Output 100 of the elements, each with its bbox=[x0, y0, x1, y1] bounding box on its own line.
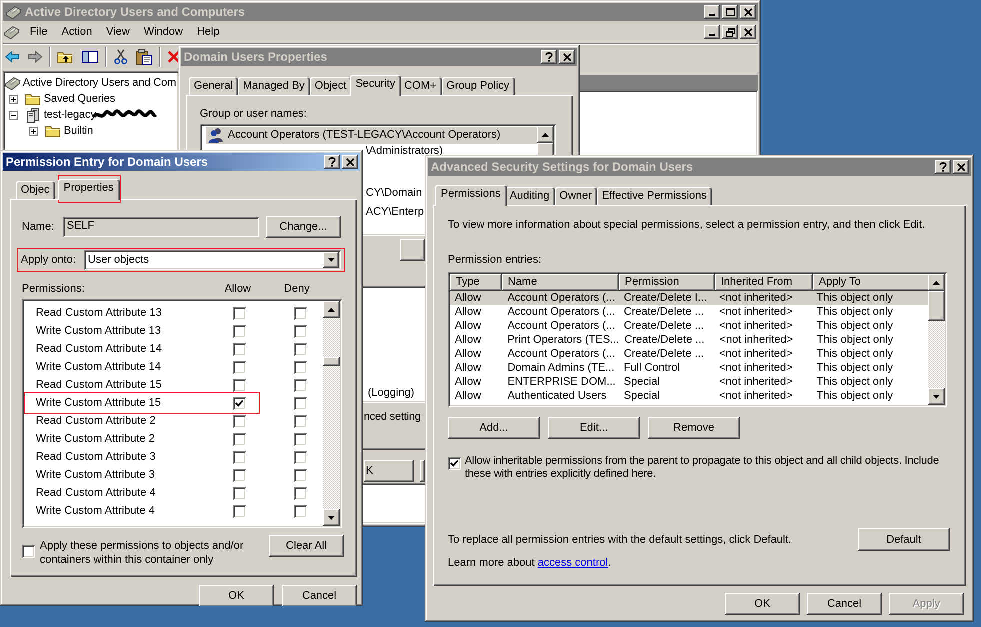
table-cell-text: <not inherited> bbox=[718, 376, 794, 388]
tree-item[interactable]: Builtin bbox=[64, 125, 94, 137]
name-field[interactable]: SELF bbox=[63, 217, 259, 237]
table-cell-text: Create/Delete ... bbox=[622, 348, 706, 360]
table-cell-text: <not inherited> bbox=[718, 306, 794, 318]
table-cell-text: <not inherited> bbox=[718, 362, 794, 374]
tab[interactable]: Auditing bbox=[504, 187, 555, 205]
remove-button[interactable]: Remove bbox=[648, 417, 740, 439]
apply-onto-dropdown[interactable]: User objects bbox=[84, 250, 341, 270]
permission-name: Write Custom Attribute 3 bbox=[36, 469, 156, 481]
ok-button[interactable]: K bbox=[364, 460, 414, 482]
default-button[interactable]: Default bbox=[858, 528, 950, 551]
menu-item[interactable]: Window bbox=[136, 26, 190, 38]
tab[interactable]: Managed By bbox=[238, 77, 310, 95]
table-cell-text: Allow bbox=[454, 306, 482, 318]
tab[interactable]: Owner bbox=[554, 187, 598, 205]
list-item[interactable]: ACY\Enterp bbox=[364, 204, 424, 221]
table-cell-text: <not inherited> bbox=[718, 320, 794, 332]
field-label: Name: bbox=[22, 221, 56, 233]
table-cell-text: Account Operators (... bbox=[506, 292, 616, 304]
table-cell-text: Create/Delete ... bbox=[622, 320, 706, 332]
tree-item[interactable]: Active Directory Users and Com bbox=[23, 77, 176, 89]
tree-item[interactable]: test-legacy bbox=[44, 109, 96, 121]
table-cell-text: <not inherited> bbox=[718, 292, 794, 304]
list-item[interactable]: Account Operators (TEST-LEGACY\Account Operators) bbox=[206, 126, 537, 144]
edit-button[interactable]: Edit... bbox=[548, 417, 640, 439]
table-cell-text: Allow bbox=[454, 320, 482, 332]
tab[interactable]: Properties bbox=[58, 179, 120, 200]
table-cell-text: Authenticated Users bbox=[506, 390, 608, 402]
permission-name: Read Custom Attribute 4 bbox=[36, 487, 157, 499]
window-title: Domain Users Properties bbox=[184, 50, 328, 64]
permission-name: Read Custom Attribute 13 bbox=[36, 307, 163, 319]
table-cell-text: Allow bbox=[454, 376, 482, 388]
column-header[interactable]: Permission bbox=[619, 274, 715, 291]
table-cell-text: Allow bbox=[454, 292, 482, 304]
table-cell-text: Account Operators (... bbox=[506, 306, 616, 318]
table-cell-text: This object only bbox=[816, 292, 894, 304]
tab[interactable]: Objec bbox=[16, 181, 55, 199]
tab[interactable]: Security bbox=[350, 75, 402, 96]
clear-all-button[interactable]: Clear All bbox=[269, 535, 344, 557]
field-label: Group or user names: bbox=[200, 108, 308, 120]
table-cell-text: Account Operators (... bbox=[506, 320, 616, 332]
ok-button[interactable]: OK bbox=[199, 585, 274, 606]
ok-button[interactable]: OK bbox=[725, 593, 800, 615]
column-header: Deny bbox=[283, 283, 311, 295]
help-link[interactable]: access control bbox=[538, 557, 608, 569]
change-button[interactable]: Change... bbox=[266, 216, 341, 238]
table-cell-text: Full Control bbox=[622, 362, 682, 374]
window-title: Active Directory Users and Computers bbox=[25, 5, 246, 19]
tab[interactable]: Permissions bbox=[435, 185, 507, 206]
table-cell-text: ENTERPRISE DOM... bbox=[506, 376, 617, 388]
permission-name: Read Custom Attribute 15 bbox=[36, 379, 163, 391]
table-cell-text: This object only bbox=[816, 320, 894, 332]
cancel-button[interactable]: Cancel bbox=[807, 593, 882, 615]
tab[interactable]: COM+ bbox=[399, 77, 442, 95]
permission-name: Read Custom Attribute 14 bbox=[36, 343, 163, 355]
menu-item[interactable]: Help bbox=[190, 26, 227, 38]
info-text: nced setting bbox=[364, 411, 421, 423]
table-row[interactable]: Allow Account Operators (... Create/Delete I... <not inherited> This object only bbox=[450, 291, 928, 305]
add-button[interactable]: Add... bbox=[448, 417, 540, 439]
table-cell-text: Allow bbox=[454, 334, 482, 346]
table-cell-text: <not inherited> bbox=[718, 390, 794, 402]
list-item[interactable]: CY\Domain bbox=[364, 185, 422, 202]
permission-name: Write Custom Attribute 14 bbox=[36, 361, 162, 373]
table-cell-text: This object only bbox=[816, 306, 894, 318]
checkbox-label: Apply these permissions to objects and/or containers within this container only bbox=[40, 539, 245, 567]
list-item[interactable]: \Administrators) bbox=[364, 144, 444, 158]
list-item: (Logging) bbox=[368, 387, 414, 399]
table-cell-text: Create/Delete ... bbox=[622, 306, 706, 318]
column-header[interactable]: Name bbox=[502, 274, 619, 291]
table-cell-text: Allow bbox=[454, 390, 482, 402]
menu-item[interactable]: View bbox=[99, 26, 137, 38]
cancel-button[interactable]: Cancel bbox=[282, 585, 357, 606]
permission-name: Read Custom Attribute 2 bbox=[36, 415, 157, 427]
table-cell-text: Account Operators (... bbox=[506, 348, 616, 360]
tab[interactable]: Effective Permissions bbox=[597, 187, 712, 205]
table-cell-text: Print Operators (TES... bbox=[506, 334, 619, 346]
column-header: Allow bbox=[224, 283, 252, 295]
column-header[interactable]: Apply To bbox=[813, 274, 928, 291]
intro-text: To view more information about special permissions, select a permission entry, and then click Edit. bbox=[448, 219, 926, 231]
tab[interactable]: General bbox=[189, 77, 238, 95]
table-cell-text: <not inherited> bbox=[718, 334, 794, 346]
menu-item[interactable]: File bbox=[23, 26, 55, 38]
permission-name: Write Custom Attribute 15 bbox=[36, 397, 162, 409]
table-cell-text: This object only bbox=[816, 334, 894, 346]
tab[interactable]: Object bbox=[310, 77, 352, 95]
column-header[interactable]: Inherited From bbox=[715, 274, 813, 291]
menu-item[interactable]: Action bbox=[54, 26, 100, 38]
permission-name: Read Custom Attribute 3 bbox=[36, 451, 157, 463]
table-cell-text: <not inherited> bbox=[718, 348, 794, 360]
checkbox-label: Allow inheritable permissions from the parent to propagate to this object and all child objects. Include these with entries explicitly defined here. bbox=[465, 455, 940, 481]
column-header[interactable]: Type bbox=[450, 274, 502, 291]
table-cell-text: This object only bbox=[816, 348, 894, 360]
field-label: Permissions: bbox=[22, 283, 86, 295]
tab[interactable]: Group Policy bbox=[442, 77, 515, 95]
table-cell-text: This object only bbox=[816, 362, 894, 374]
tree-item[interactable]: Saved Queries bbox=[44, 93, 116, 105]
table-cell-text: Allow bbox=[454, 348, 482, 360]
window-title: Advanced Security Settings for Domain Users bbox=[431, 160, 694, 174]
table-cell-text: This object only bbox=[816, 390, 894, 402]
